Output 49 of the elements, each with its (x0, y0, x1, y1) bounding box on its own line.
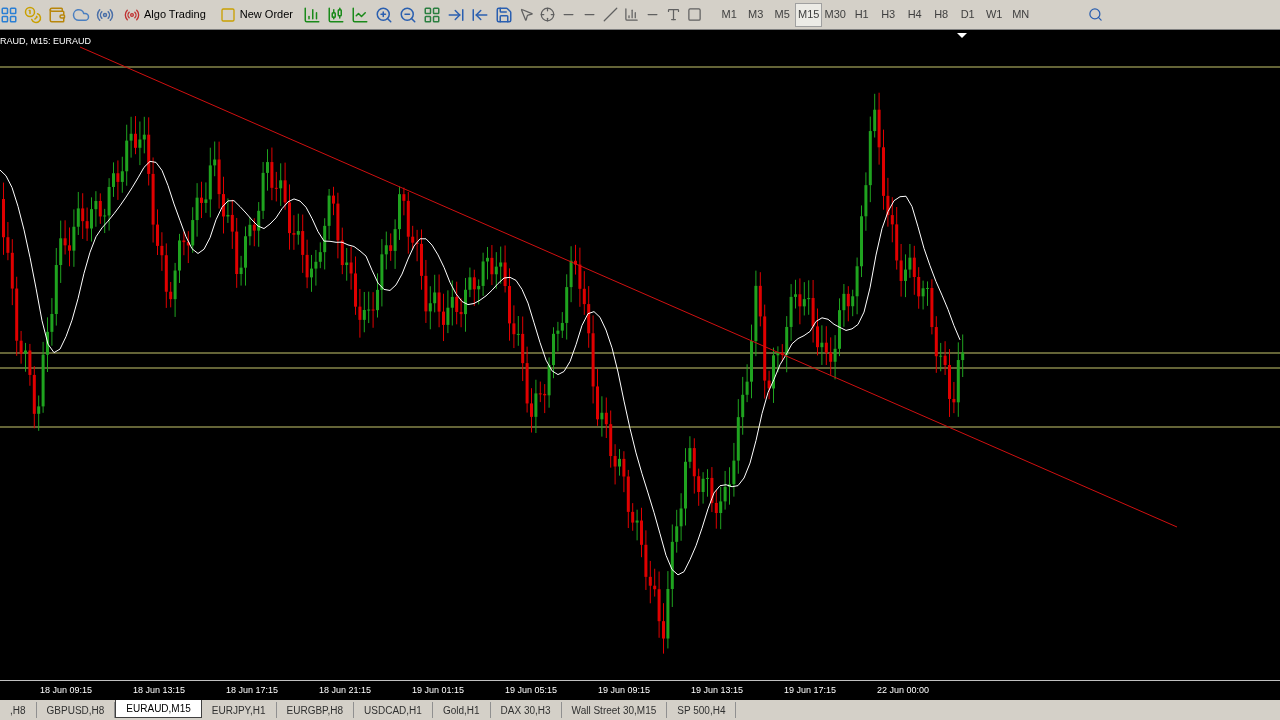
timeframe-button[interactable]: D1 (954, 2, 981, 27)
candlestick-icon[interactable] (326, 5, 345, 24)
timeframe-button[interactable]: M1 (715, 2, 743, 27)
time-label: 22 Jun 00:00 (877, 683, 931, 697)
timeframe-button[interactable]: W1 (980, 2, 1008, 27)
crosshair-icon[interactable] (539, 7, 555, 22)
text-icon[interactable] (665, 7, 681, 22)
chart-tab[interactable]: EURGBP,H8 (276, 702, 355, 718)
time-label: 19 Jun 09:15 (598, 683, 652, 697)
time-label: 19 Jun 17:15 (784, 683, 838, 697)
save-icon[interactable] (494, 5, 513, 24)
timeframe-button[interactable]: H8 (927, 2, 955, 27)
chart-tab[interactable]: EURJPY,H1 (201, 702, 277, 718)
time-label: 19 Jun 05:15 (505, 683, 559, 697)
timeframe-button[interactable]: M30 (821, 2, 849, 27)
time-label: 18 Jun 09:15 (40, 683, 94, 697)
time-label: 18 Jun 21:15 (319, 683, 373, 697)
timeframe-button[interactable]: H1 (848, 2, 875, 27)
chart-tab[interactable]: USDCAD,H1 (354, 702, 433, 718)
timeframe-button[interactable]: H4 (901, 2, 928, 27)
wallet-icon[interactable] (48, 5, 66, 24)
grid-icon[interactable] (0, 5, 18, 24)
time-label: 19 Jun 13:15 (691, 683, 745, 697)
time-label: 18 Jun 17:15 (226, 683, 280, 697)
bar-chart-icon[interactable] (302, 5, 321, 24)
chart-tab[interactable]: Gold,H1 (432, 702, 491, 718)
zoom-out-icon[interactable] (398, 5, 417, 24)
chart-tab[interactable]: EURAUD,M15 (115, 700, 202, 718)
timeframe-button[interactable]: M3 (742, 2, 769, 27)
trendline-icon[interactable] (602, 7, 618, 22)
time-label: 19 Jun 01:15 (412, 683, 466, 697)
timeframe-button[interactable]: MN (1007, 2, 1034, 27)
rectangle-icon[interactable] (686, 7, 702, 22)
line-chart-icon[interactable] (350, 5, 369, 24)
new-order-button[interactable]: New Order (215, 2, 297, 27)
chart-tab[interactable]: ,H8 (0, 702, 37, 718)
chart-title: RAUD, M15: EURAUD (0, 35, 91, 48)
tile-icon[interactable] (422, 5, 441, 24)
chart-tab[interactable]: Wall Street 30,M15 (561, 702, 668, 718)
time-label: 18 Jun 13:15 (133, 683, 187, 697)
timeframe-button[interactable]: H3 (874, 2, 902, 27)
timeframe-button[interactable]: M5 (768, 2, 796, 27)
cursor-icon[interactable] (518, 7, 534, 22)
algo-trading-button[interactable]: Algo Trading (120, 2, 210, 27)
zoom-in-icon[interactable] (374, 5, 393, 24)
search-icon[interactable] (1087, 7, 1103, 22)
chart-tab[interactable]: DAX 30,H3 (490, 702, 562, 718)
chart-tab[interactable]: SP 500,H4 (667, 702, 737, 718)
timeframe-button[interactable]: M15 (795, 2, 822, 27)
